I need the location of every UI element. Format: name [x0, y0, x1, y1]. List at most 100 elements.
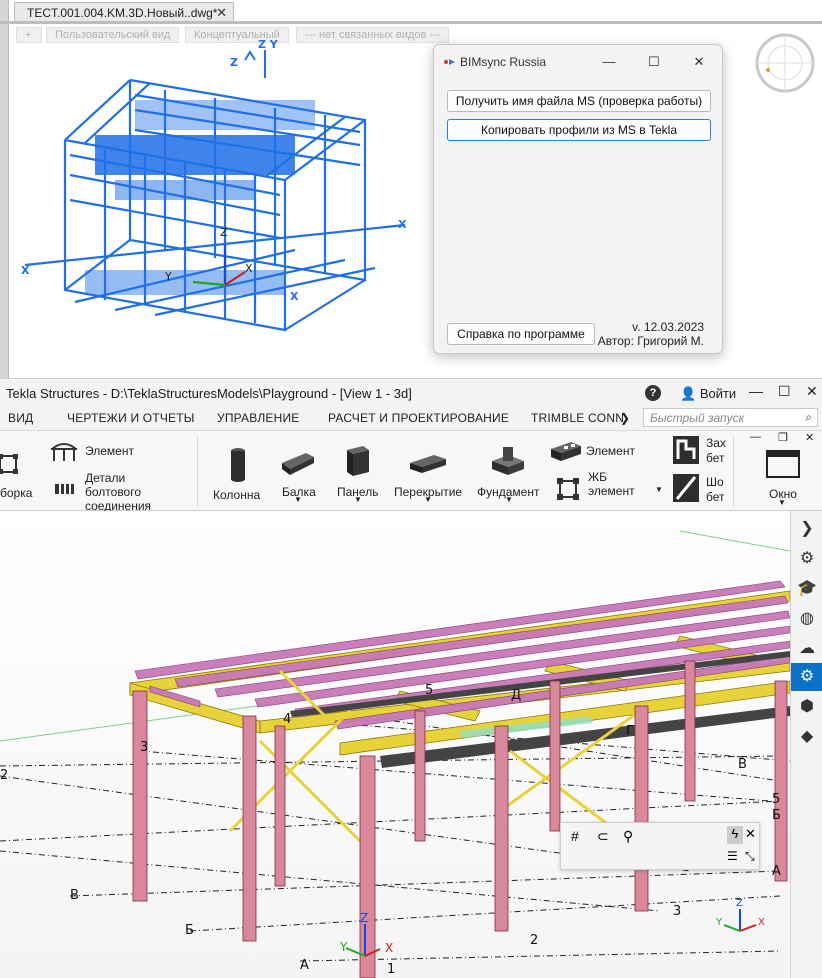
tab-analysis-design[interactable]: РАСЧЕТ И ПРОЕКТИРОВАНИЕ	[328, 411, 509, 425]
svg-text:X: X	[398, 218, 407, 231]
cloud-icon[interactable]: ☁	[791, 635, 822, 663]
bolt-details-icon[interactable]	[54, 482, 76, 496]
help-icon[interactable]: ?	[645, 385, 661, 401]
author-label: Автор: Григорий М.	[597, 334, 704, 348]
close-icon[interactable]: ✕	[806, 383, 818, 400]
grid-label-d: Д	[511, 688, 521, 703]
expand-panel-icon[interactable]: ❯	[791, 515, 822, 543]
tab-view[interactable]: ВИД	[8, 411, 33, 425]
help-button[interactable]: Справка по программе	[447, 323, 595, 345]
lightning-icon[interactable]: ϟ	[727, 826, 743, 844]
tabs-scroll-right-icon[interactable]: ❯	[620, 411, 630, 425]
properties-icon[interactable]: ⚙	[791, 545, 822, 573]
components-icon[interactable]: ◆	[791, 723, 822, 751]
grid-label-a: А	[300, 958, 309, 973]
settings-icon[interactable]: ⚙	[791, 663, 822, 691]
close-tab-icon[interactable]: ✕	[216, 5, 227, 21]
weld-icon[interactable]	[672, 473, 700, 503]
autocad-file-tab[interactable]: TECT.001.004.KM.3D.Новый..dwg* ✕	[14, 2, 234, 22]
grip-icon[interactable]	[672, 435, 700, 465]
grid-label-5: 5	[425, 683, 433, 698]
snap-toolbar: # ⊂ ⚲ ϟ ✕ ☰ ⤡	[560, 822, 760, 870]
maximize-button[interactable]: ☐	[639, 51, 669, 73]
assembly-label[interactable]: борка	[0, 486, 32, 500]
axis-y-label: Y	[339, 940, 348, 954]
version-label: v. 12.03.2023	[632, 320, 704, 334]
axis-x-label: X	[385, 941, 393, 955]
file-tab-label: TECT.001.004.KM.3D.Новый..dwg*	[27, 6, 218, 20]
bolt-details-label-2: болтового	[85, 485, 142, 499]
model-object-icon[interactable]: ⬢	[791, 693, 822, 721]
weld-label-2: бет	[706, 490, 725, 504]
maximize-icon[interactable]: ☐	[778, 383, 791, 400]
snapbar-close-icon[interactable]: ✕	[745, 826, 756, 842]
minimize-icon[interactable]: —	[749, 383, 763, 399]
user-icon: 👤	[680, 386, 697, 401]
beam-icon[interactable]	[280, 449, 316, 477]
grid-label-b: Б	[185, 923, 194, 938]
tekla-window-title: Tekla Structures - D:\TeklaStructuresMod…	[6, 386, 412, 401]
rc-element-dropdown-icon[interactable]: ▼	[655, 485, 663, 494]
grid-label-v: В	[70, 888, 79, 903]
grid-label-g: Г	[626, 724, 634, 739]
panel-icon[interactable]	[343, 444, 373, 478]
grid-label-2-right: 2	[530, 933, 538, 948]
slab-icon[interactable]	[408, 451, 448, 475]
close-button[interactable]: ✕	[684, 51, 714, 73]
dialog-title: BIMsync Russia	[460, 55, 547, 69]
autocad-left-border	[0, 0, 9, 378]
autocad-window: TECT.001.004.KM.3D.Новый..dwg* ✕ + Польз…	[0, 0, 822, 378]
copy-profiles-button[interactable]: Копировать профили из MS в Tekla	[447, 119, 711, 141]
assembly-icon[interactable]	[0, 453, 20, 477]
grid-label-a-right: А	[772, 864, 781, 879]
svg-text:Z: Z	[230, 56, 238, 69]
wireframe-model: Z Y Z X X X Z X Y	[21, 40, 407, 332]
panel-dropdown-icon[interactable]: ▼	[354, 495, 362, 504]
svg-text:X: X	[245, 262, 253, 275]
rc-element-label-2: элемент	[588, 484, 635, 498]
quick-launch-input[interactable]: Быстрый запуск ⌕	[643, 408, 818, 427]
element-icon[interactable]	[48, 439, 80, 463]
svg-text:Z: Z	[736, 898, 743, 909]
svg-text:Z Y: Z Y	[258, 40, 279, 51]
ribbon-close-icon[interactable]: ✕	[805, 431, 814, 444]
globe-icon[interactable]: ◍	[791, 605, 822, 633]
grip-label-2: бет	[706, 451, 725, 465]
ribbon-separator	[733, 435, 734, 507]
window-icon[interactable]	[766, 449, 800, 479]
element2-label[interactable]: Элемент	[586, 444, 635, 458]
footing-icon[interactable]	[490, 445, 526, 477]
rc-element-icon[interactable]	[556, 477, 580, 501]
minimize-button[interactable]: —	[594, 51, 624, 73]
list-icon[interactable]: ☰	[727, 849, 738, 863]
get-filename-button[interactable]: Получить имя файла MS (проверка работы)	[447, 90, 711, 112]
structure-model: 5 4 3 2 Д Г В 5 Б А В Б А 1 2 3 Z X Y Z …	[0, 530, 790, 978]
search-icon: ⌕	[805, 410, 812, 424]
collapse-icon[interactable]: ⤡	[745, 849, 755, 864]
login-button[interactable]: 👤 Войти	[680, 386, 736, 402]
ribbon-min-icon[interactable]: —	[750, 431, 761, 443]
column-icon[interactable]	[228, 447, 248, 483]
version-info: v. 12.03.2023 Автор: Григорий М.	[598, 320, 704, 348]
tab-trimble-connect[interactable]: TRIMBLE CONN	[531, 411, 624, 425]
learning-icon[interactable]: 🎓	[791, 575, 822, 603]
footing-dropdown-icon[interactable]: ▼	[505, 495, 513, 504]
model-view-3d[interactable]: 5 4 3 2 Д Г В 5 Б А В Б А 1 2 3 Z X Y Z …	[0, 511, 790, 978]
viewcube-icon[interactable]	[752, 30, 818, 96]
grid-label-2: 2	[0, 768, 8, 783]
grip-label-1: Зах	[706, 436, 726, 450]
beam-dropdown-icon[interactable]: ▼	[294, 495, 302, 504]
bolt-details-label-1: Детали	[85, 471, 126, 485]
ribbon-restore-icon[interactable]: ❐	[778, 431, 788, 444]
window-dropdown-icon[interactable]: ▼	[778, 498, 786, 507]
tab-drawings-reports[interactable]: ЧЕРТЕЖИ И ОТЧЕТЫ	[67, 411, 195, 425]
column-label[interactable]: Колонна	[213, 488, 260, 502]
magnet-icon[interactable]: ⊂	[597, 828, 609, 845]
grid-snap-icon[interactable]: #	[571, 828, 579, 844]
element-label[interactable]: Элемент	[85, 444, 134, 458]
concrete-element-icon[interactable]	[549, 439, 583, 463]
slab-dropdown-icon[interactable]: ▼	[424, 495, 432, 504]
grid-label-b-right: Б	[772, 808, 781, 823]
pin-icon[interactable]: ⚲	[623, 828, 633, 845]
tab-management[interactable]: УПРАВЛЕНИЕ	[217, 411, 300, 425]
